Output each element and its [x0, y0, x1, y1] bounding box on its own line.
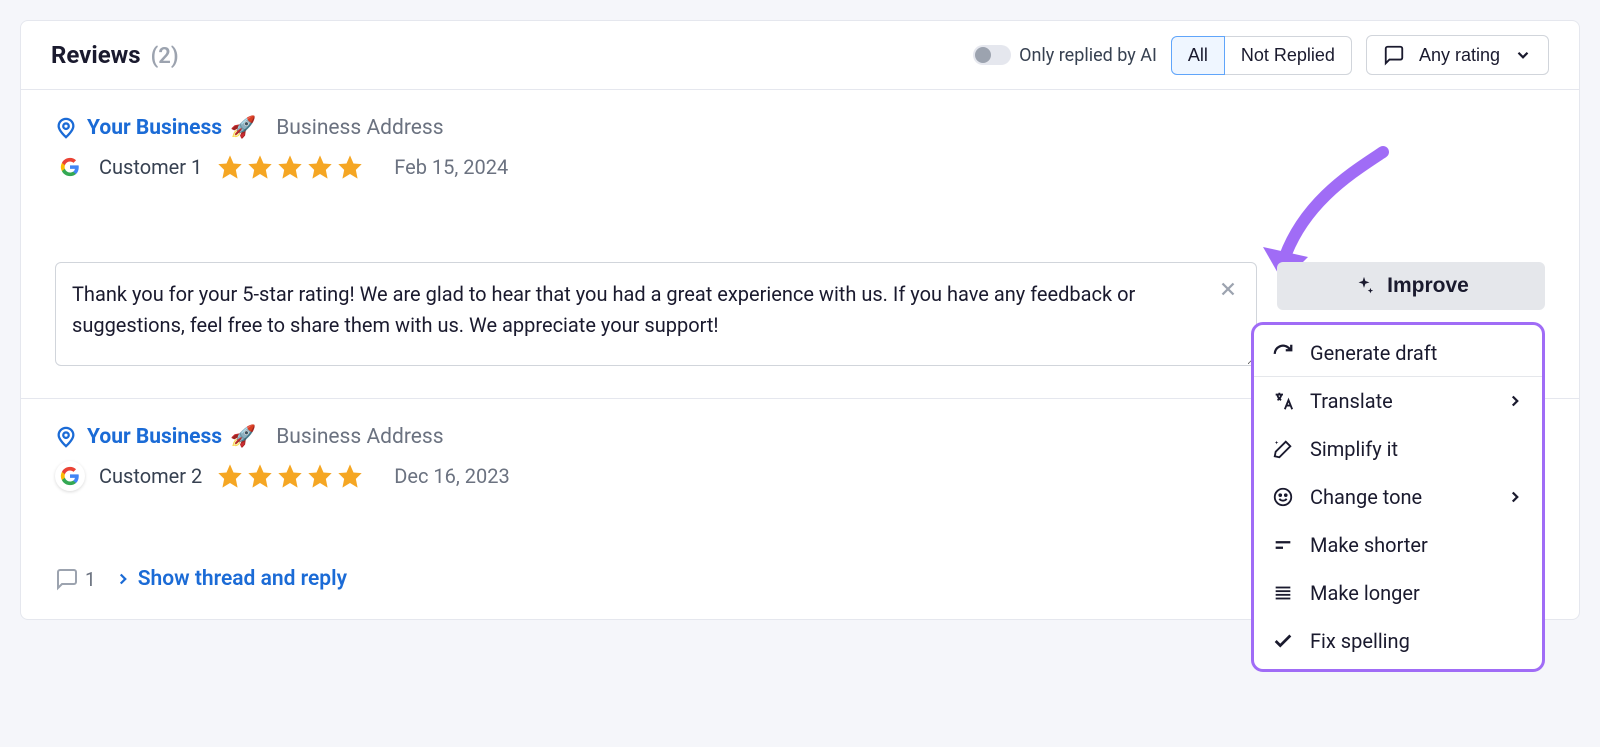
tab-all[interactable]: All [1171, 36, 1225, 75]
star-rating [216, 153, 364, 181]
long-text-icon [1272, 582, 1294, 604]
business-name[interactable]: Your Business 🚀 [87, 116, 256, 140]
google-icon [55, 461, 85, 491]
location-pin-icon [55, 117, 77, 139]
review-date: Dec 16, 2023 [394, 464, 510, 488]
chevron-down-icon [1514, 46, 1532, 64]
star-icon [216, 462, 244, 490]
reply-box [55, 262, 1257, 370]
menu-make-shorter[interactable]: Make shorter [1254, 521, 1542, 569]
improve-menu: Generate draft Translate Simplify it Cha… [1251, 322, 1545, 672]
star-icon [306, 153, 334, 181]
reply-filter-segment: All Not Replied [1171, 36, 1352, 75]
refresh-icon [1272, 342, 1294, 364]
rating-filter-label: Any rating [1419, 45, 1500, 66]
google-icon [55, 152, 85, 182]
rating-filter-button[interactable]: Any rating [1366, 35, 1549, 75]
star-icon [306, 462, 334, 490]
customer-name: Customer 1 [99, 155, 202, 179]
business-name[interactable]: Your Business 🚀 [87, 425, 256, 449]
reviews-card: Reviews (2) Only replied by AI All Not R… [20, 20, 1580, 620]
location-pin-icon [55, 426, 77, 448]
ai-filter-toggle-wrap: Only replied by AI [973, 45, 1157, 66]
sparkle-icon [1353, 275, 1375, 297]
translate-icon [1272, 390, 1294, 412]
chevron-right-icon [1506, 488, 1524, 506]
star-icon [246, 153, 274, 181]
business-address: Business Address [276, 425, 443, 449]
improve-button[interactable]: Improve [1277, 262, 1545, 310]
business-line: Your Business 🚀 Business Address [55, 116, 1545, 140]
smiley-icon [1272, 486, 1294, 508]
menu-make-longer[interactable]: Make longer [1254, 569, 1542, 617]
close-icon [1217, 278, 1239, 300]
wand-icon [1272, 438, 1294, 460]
chevron-right-icon [1506, 392, 1524, 410]
menu-translate[interactable]: Translate [1254, 377, 1542, 425]
reply-row: Improve Generate draft Translate Simpli [55, 262, 1545, 370]
menu-fix-spelling[interactable]: Fix spelling [1254, 617, 1542, 665]
customer-line: Customer 1 Feb 15, 2024 [55, 152, 1545, 182]
ai-filter-toggle[interactable] [973, 45, 1011, 65]
page-title: Reviews [51, 41, 141, 69]
business-address: Business Address [276, 116, 443, 140]
review-item: Your Business 🚀 Business Address Custome… [21, 90, 1579, 399]
rocket-icon: 🚀 [230, 425, 256, 449]
header-controls: Only replied by AI All Not Replied Any r… [973, 35, 1549, 75]
ai-filter-label: Only replied by AI [1019, 45, 1157, 66]
short-text-icon [1272, 534, 1294, 556]
customer-name: Customer 2 [99, 464, 202, 488]
comment-icon [55, 567, 79, 591]
review-date: Feb 15, 2024 [394, 155, 508, 179]
thread-count: 1 [55, 567, 96, 591]
star-icon [276, 462, 304, 490]
reply-textarea[interactable] [55, 262, 1257, 366]
menu-generate-draft[interactable]: Generate draft [1254, 329, 1542, 377]
chevron-right-icon [114, 570, 132, 588]
check-icon [1272, 630, 1294, 652]
title-wrap: Reviews (2) [51, 41, 179, 69]
tab-not-replied[interactable]: Not Replied [1225, 36, 1352, 75]
comment-icon [1383, 44, 1405, 66]
star-icon [336, 462, 364, 490]
improve-wrap: Improve Generate draft Translate Simpli [1277, 262, 1545, 310]
star-icon [246, 462, 274, 490]
menu-simplify[interactable]: Simplify it [1254, 425, 1542, 473]
star-icon [216, 153, 244, 181]
show-thread-link[interactable]: Show thread and reply [114, 567, 347, 591]
card-header: Reviews (2) Only replied by AI All Not R… [21, 21, 1579, 90]
star-rating [216, 462, 364, 490]
rocket-icon: 🚀 [230, 116, 256, 140]
reviews-count: (2) [151, 44, 179, 69]
star-icon [336, 153, 364, 181]
star-icon [276, 153, 304, 181]
menu-change-tone[interactable]: Change tone [1254, 473, 1542, 521]
clear-reply-button[interactable] [1217, 278, 1241, 302]
